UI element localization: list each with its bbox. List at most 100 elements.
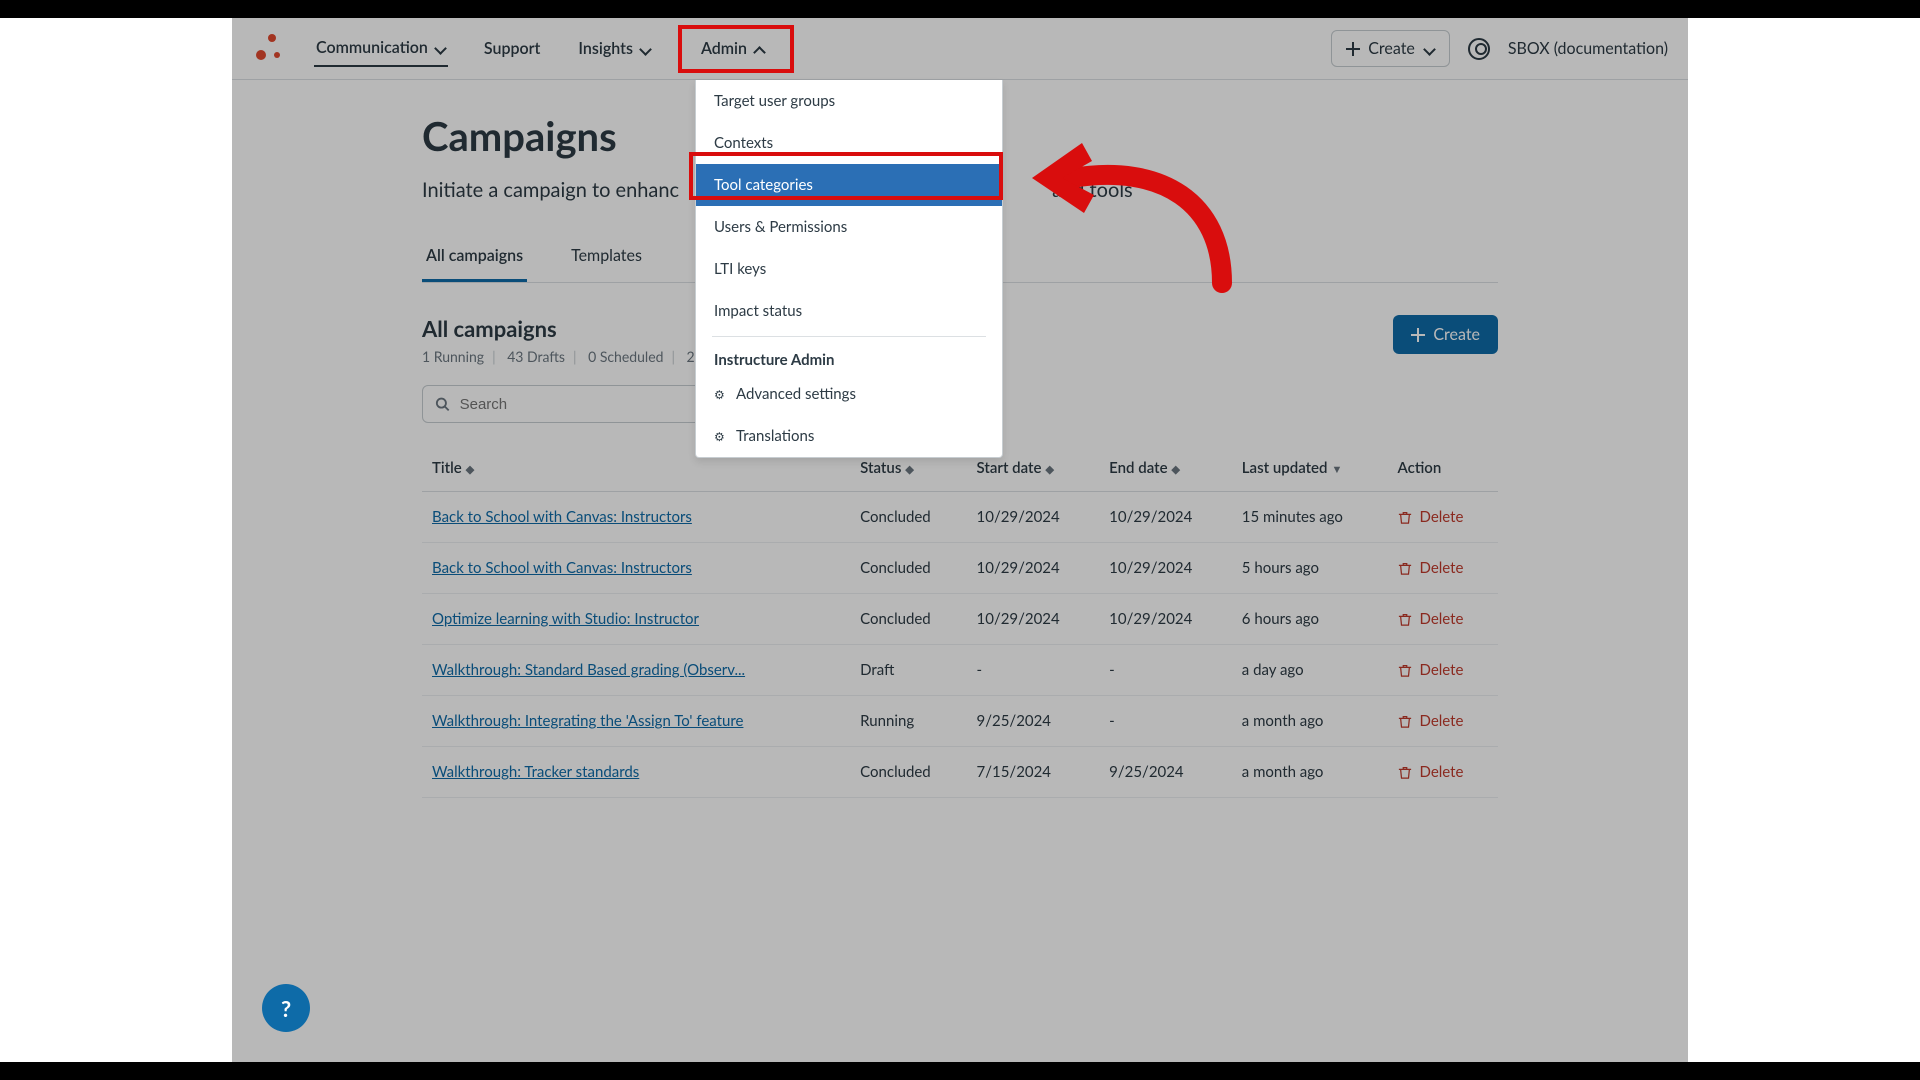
cell-action: Delete	[1388, 492, 1498, 543]
cell-start: 7/15/2024	[967, 747, 1100, 798]
nav-support[interactable]: Support	[482, 31, 543, 66]
cell-title: Walkthrough: Standard Based grading (Obs…	[422, 645, 850, 696]
plus-icon	[1411, 328, 1425, 342]
dd-translations[interactable]: ⚙Translations	[696, 415, 1002, 457]
nav-insights[interactable]: Insights	[576, 31, 653, 66]
nav-communication[interactable]: Communication	[314, 30, 448, 67]
trash-icon	[1398, 612, 1412, 626]
tab-templates[interactable]: Templates	[567, 232, 646, 282]
campaign-link[interactable]: Optimize learning with Studio: Instructo…	[432, 610, 699, 628]
delete-button[interactable]: Delete	[1398, 610, 1488, 628]
cell-updated: 6 hours ago	[1232, 594, 1388, 645]
cell-start: 10/29/2024	[967, 594, 1100, 645]
cell-action: Delete	[1388, 543, 1498, 594]
search-input[interactable]	[460, 396, 715, 413]
top-nav: Communication Support Insights Admin	[232, 18, 1688, 80]
cell-status: Concluded	[850, 543, 966, 594]
campaign-link[interactable]: Back to School with Canvas: Instructors	[432, 559, 692, 577]
cell-start: 9/25/2024	[967, 696, 1100, 747]
chevron-down-icon	[1423, 43, 1435, 55]
cell-end: -	[1099, 645, 1232, 696]
cell-start: -	[967, 645, 1100, 696]
tab-all-campaigns[interactable]: All campaigns	[422, 232, 527, 282]
cell-status: Concluded	[850, 747, 966, 798]
nav-insights-label: Insights	[578, 39, 633, 58]
nav-admin[interactable]: Admin	[687, 31, 779, 66]
dd-lti-keys[interactable]: LTI keys	[696, 248, 1002, 290]
nav-admin-label: Admin	[701, 39, 747, 58]
cell-action: Delete	[1388, 696, 1498, 747]
table-row[interactable]: Back to School with Canvas: Instructors C…	[422, 492, 1498, 543]
campaign-link[interactable]: Walkthrough: Standard Based grading (Obs…	[432, 661, 745, 679]
cell-action: Delete	[1388, 645, 1498, 696]
cell-end: 9/25/2024	[1099, 747, 1232, 798]
app-logo	[252, 34, 282, 64]
trash-icon	[1398, 663, 1412, 677]
delete-button[interactable]: Delete	[1398, 712, 1488, 730]
table-row[interactable]: Optimize learning with Studio: Instructo…	[422, 594, 1498, 645]
cell-updated: 5 hours ago	[1232, 543, 1388, 594]
cell-end: 10/29/2024	[1099, 594, 1232, 645]
cell-title: Walkthrough: Tracker standards	[422, 747, 850, 798]
cell-start: 10/29/2024	[967, 492, 1100, 543]
cell-title: Walkthrough: Integrating the 'Assign To'…	[422, 696, 850, 747]
help-button[interactable]: ?	[262, 984, 310, 1032]
dd-contexts[interactable]: Contexts	[696, 122, 1002, 164]
chevron-up-icon	[753, 43, 765, 55]
cell-updated: a day ago	[1232, 645, 1388, 696]
cell-status: Draft	[850, 645, 966, 696]
user-icon[interactable]	[1468, 38, 1490, 60]
trash-icon	[1398, 765, 1412, 779]
col-end[interactable]: End date◆	[1099, 445, 1232, 492]
trash-icon	[1398, 561, 1412, 575]
col-action: Action	[1388, 445, 1498, 492]
table-row[interactable]: Walkthrough: Standard Based grading (Obs…	[422, 645, 1498, 696]
help-icon: ?	[281, 995, 291, 1022]
trash-icon	[1398, 714, 1412, 728]
dd-tool-categories[interactable]: Tool categories	[696, 164, 1002, 206]
nav-create-button[interactable]: Create	[1331, 30, 1450, 67]
cell-updated: 15 minutes ago	[1232, 492, 1388, 543]
env-label: SBOX (documentation)	[1508, 39, 1668, 58]
nav-communication-label: Communication	[316, 38, 428, 57]
chevron-down-icon	[639, 43, 651, 55]
dd-target-user-groups[interactable]: Target user groups	[696, 80, 1002, 122]
delete-button[interactable]: Delete	[1398, 559, 1488, 577]
cell-status: Running	[850, 696, 966, 747]
plus-icon	[1346, 42, 1360, 56]
dd-impact-status[interactable]: Impact status	[696, 290, 1002, 332]
dd-advanced-settings[interactable]: ⚙Advanced settings	[696, 373, 1002, 415]
table-row[interactable]: Walkthrough: Integrating the 'Assign To'…	[422, 696, 1498, 747]
create-campaign-label: Create	[1433, 325, 1480, 344]
cell-end: 10/29/2024	[1099, 492, 1232, 543]
delete-button[interactable]: Delete	[1398, 508, 1488, 526]
section-title: All campaigns	[422, 315, 716, 342]
cell-action: Delete	[1388, 747, 1498, 798]
cell-title: Optimize learning with Studio: Instructo…	[422, 594, 850, 645]
delete-button[interactable]: Delete	[1398, 763, 1488, 781]
dd-instructure-admin-header: Instructure Admin	[696, 341, 1002, 373]
campaign-link[interactable]: Back to School with Canvas: Instructors	[432, 508, 692, 526]
cell-title: Back to School with Canvas: Instructors	[422, 492, 850, 543]
delete-button[interactable]: Delete	[1398, 661, 1488, 679]
cell-end: -	[1099, 696, 1232, 747]
cell-end: 10/29/2024	[1099, 543, 1232, 594]
cell-title: Back to School with Canvas: Instructors	[422, 543, 850, 594]
dd-users-permissions[interactable]: Users & Permissions	[696, 206, 1002, 248]
search-input-wrapper[interactable]	[422, 385, 728, 423]
table-row[interactable]: Walkthrough: Tracker standards Concluded7…	[422, 747, 1498, 798]
admin-dropdown: Target user groups Contexts Tool categor…	[695, 80, 1003, 458]
nav-support-label: Support	[484, 39, 541, 58]
cell-status: Concluded	[850, 594, 966, 645]
cell-updated: a month ago	[1232, 747, 1388, 798]
search-icon	[435, 396, 450, 412]
col-updated[interactable]: Last updated▼	[1232, 445, 1388, 492]
trash-icon	[1398, 510, 1412, 524]
campaign-link[interactable]: Walkthrough: Integrating the 'Assign To'…	[432, 712, 743, 730]
cell-status: Concluded	[850, 492, 966, 543]
nav-create-label: Create	[1368, 39, 1415, 58]
create-campaign-button[interactable]: Create	[1393, 315, 1498, 354]
cell-start: 10/29/2024	[967, 543, 1100, 594]
table-row[interactable]: Back to School with Canvas: Instructors C…	[422, 543, 1498, 594]
campaign-link[interactable]: Walkthrough: Tracker standards	[432, 763, 639, 781]
